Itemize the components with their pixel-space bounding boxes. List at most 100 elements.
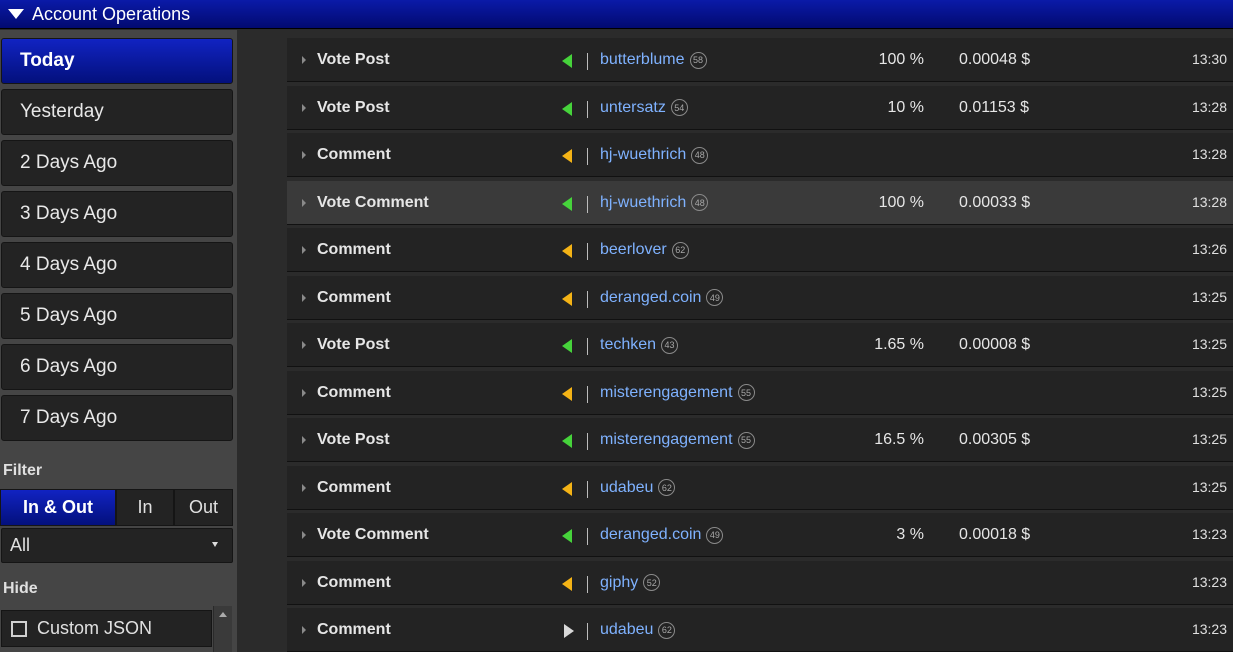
- expand-arrow-icon[interactable]: [302, 626, 306, 634]
- user-link[interactable]: giphy 52: [600, 574, 661, 592]
- hide-option-label: Custom JSON: [37, 618, 153, 638]
- expand-arrow-icon[interactable]: [302, 103, 306, 112]
- operation-row[interactable]: Vote Comment deranged.coin 49 3 % 0.00018 $ 1…: [287, 513, 1233, 557]
- hide-label: Hide: [3, 580, 38, 597]
- operation-row[interactable]: Comment udabeu 62 13:25: [287, 465, 1233, 510]
- timestamp: 13:25: [1191, 431, 1227, 447]
- username[interactable]: butterblume: [600, 51, 685, 69]
- expand-arrow-icon[interactable]: [302, 151, 306, 159]
- vote-percent: 1.65 %: [874, 336, 924, 353]
- operation-type: Comment: [317, 146, 391, 163]
- checkbox-icon[interactable]: [11, 620, 27, 637]
- divider: [587, 480, 588, 498]
- reputation-badge: 54: [670, 99, 688, 116]
- vote-percent: 100 %: [878, 193, 924, 211]
- chevron-down-icon: [212, 542, 218, 547]
- operation-row[interactable]: Vote Post butterblume 58 100 % 0.00048 $ 13:3…: [287, 38, 1233, 82]
- user-link[interactable]: misterengagement 55: [600, 384, 755, 402]
- filter-out-button[interactable]: Out: [174, 489, 233, 526]
- user-link[interactable]: butterblume 58: [600, 51, 707, 69]
- collapse-triangle-icon[interactable]: [8, 9, 24, 19]
- divider: [587, 338, 588, 355]
- reputation-badge: 62: [658, 479, 676, 496]
- user-link[interactable]: deranged.coin 49: [600, 526, 724, 544]
- operation-row[interactable]: Vote Comment hj-wuethrich 48 100 % 0.00033 $…: [287, 180, 1233, 225]
- filter-in-button[interactable]: In: [116, 489, 174, 526]
- username[interactable]: hj-wuethrich: [600, 194, 686, 212]
- operation-type: Vote Post: [317, 98, 390, 116]
- username[interactable]: hj-wuethrich: [600, 146, 686, 164]
- user-link[interactable]: misterengagement 55: [600, 431, 755, 449]
- day-button[interactable]: Today: [1, 38, 233, 84]
- operation-row[interactable]: Comment beerlover 62 13:26: [287, 228, 1233, 272]
- username[interactable]: beerlover: [600, 241, 667, 259]
- expand-arrow-icon[interactable]: [302, 388, 306, 397]
- vote-percent: 100 %: [878, 51, 924, 68]
- timestamp: 13:23: [1191, 573, 1227, 590]
- incoming-arrow-icon: [562, 529, 572, 543]
- divider: [587, 433, 588, 450]
- username[interactable]: untersatz: [600, 99, 666, 117]
- operation-row[interactable]: Comment deranged.coin 49 13:25: [287, 275, 1233, 320]
- operation-row[interactable]: Vote Post techken 43 1.65 % 0.00008 $ 13:25: [287, 323, 1233, 367]
- expand-arrow-icon[interactable]: [302, 531, 306, 539]
- user-link[interactable]: deranged.coin 49: [600, 289, 724, 307]
- reputation-badge: 48: [691, 194, 709, 211]
- operation-row[interactable]: Comment misterengagement 55 13:25: [287, 370, 1233, 415]
- reputation-badge: 49: [706, 526, 724, 544]
- day-button[interactable]: 7 Days Ago: [1, 395, 233, 441]
- operation-row[interactable]: Comment udabeu 62 13:23: [287, 608, 1233, 652]
- reputation-badge: 55: [737, 384, 755, 401]
- user-link[interactable]: udabeu 62: [600, 479, 676, 497]
- username[interactable]: deranged.coin: [600, 289, 701, 307]
- user-link[interactable]: techken 43: [600, 336, 679, 354]
- user-link[interactable]: udabeu 62: [600, 621, 676, 639]
- sidebar-scrollbar[interactable]: [213, 606, 232, 652]
- expand-arrow-icon[interactable]: [302, 483, 306, 492]
- day-button[interactable]: 4 Days Ago: [1, 242, 233, 288]
- operation-type-select[interactable]: All: [1, 528, 233, 563]
- operation-type: Comment: [317, 478, 391, 496]
- operation-type: Vote Comment: [317, 193, 429, 211]
- day-button[interactable]: 2 Days Ago: [1, 140, 233, 186]
- expand-arrow-icon[interactable]: [302, 578, 306, 587]
- scroll-up-icon[interactable]: [219, 612, 227, 617]
- expand-arrow-icon[interactable]: [302, 436, 306, 444]
- operation-row[interactable]: Vote Post misterengagement 55 16.5 % 0.00305…: [287, 418, 1233, 462]
- username[interactable]: techken: [600, 336, 656, 354]
- expand-arrow-icon[interactable]: [302, 293, 306, 302]
- timestamp: 13:28: [1191, 193, 1227, 210]
- operation-row[interactable]: Comment giphy 52 13:23: [287, 560, 1233, 605]
- day-button[interactable]: Yesterday: [1, 89, 233, 135]
- operation-row[interactable]: Vote Post untersatz 54 10 % 0.01153 $ 13:28: [287, 85, 1233, 130]
- panel-title: Account Operations: [32, 3, 191, 24]
- hide-custom-json-option[interactable]: Custom JSON: [1, 610, 212, 647]
- reputation-badge: 62: [658, 621, 676, 639]
- username[interactable]: deranged.coin: [600, 526, 701, 544]
- incoming-arrow-icon: [562, 196, 572, 211]
- username[interactable]: udabeu: [600, 621, 653, 639]
- operation-type: Vote Comment: [317, 526, 429, 543]
- expand-arrow-icon[interactable]: [302, 198, 306, 207]
- panel-header[interactable]: Account Operations: [0, 0, 1233, 29]
- user-link[interactable]: beerlover 62: [600, 241, 689, 259]
- filter-label: Filter: [3, 462, 43, 479]
- username[interactable]: misterengagement: [600, 384, 733, 402]
- expand-arrow-icon[interactable]: [302, 246, 306, 254]
- user-link[interactable]: hj-wuethrich 48: [600, 194, 709, 212]
- expand-arrow-icon[interactable]: [302, 56, 306, 64]
- outgoing-arrow-icon: [564, 624, 574, 638]
- username[interactable]: misterengagement: [600, 431, 733, 449]
- user-link[interactable]: hj-wuethrich 48: [600, 146, 709, 164]
- expand-arrow-icon[interactable]: [302, 341, 306, 349]
- filter-in-and-out-button[interactable]: In & Out: [0, 489, 116, 526]
- day-button[interactable]: 5 Days Ago: [1, 293, 233, 339]
- user-link[interactable]: untersatz 54: [600, 99, 688, 117]
- username[interactable]: udabeu: [600, 479, 653, 497]
- username[interactable]: giphy: [600, 574, 638, 592]
- operation-row[interactable]: Comment hj-wuethrich 48 13:28: [287, 133, 1233, 177]
- divider: [587, 623, 588, 640]
- account-operations-panel: Account Operations Today Yesterday 2 Days …: [0, 0, 1233, 652]
- day-button[interactable]: 3 Days Ago: [1, 191, 233, 237]
- day-button[interactable]: 6 Days Ago: [1, 344, 233, 390]
